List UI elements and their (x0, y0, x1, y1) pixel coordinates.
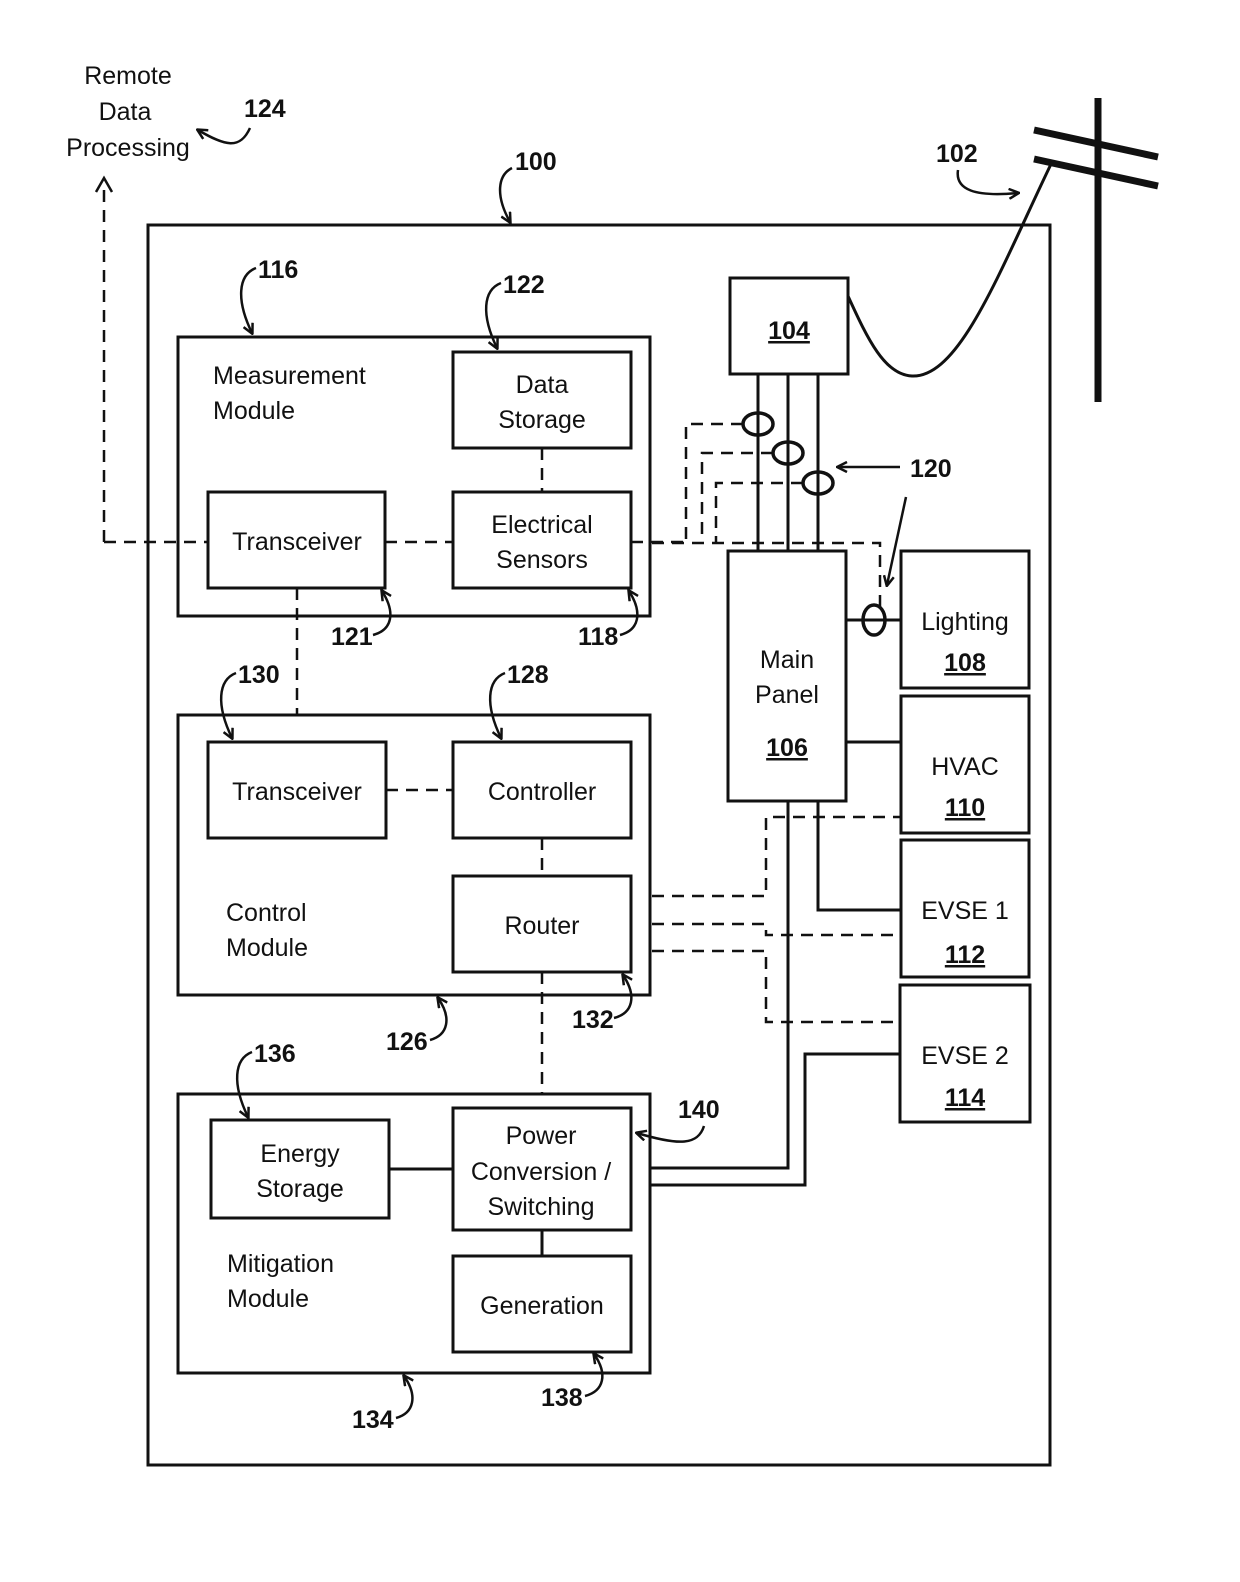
ref-124: 124 (244, 95, 286, 123)
ref-134: 134 (352, 1406, 394, 1434)
remote-data-processing: Remote Data Processing 124 (66, 62, 286, 162)
load-label: Lighting (921, 608, 1009, 636)
ref-112: 112 (945, 941, 985, 969)
data-storage-line-2: Storage (498, 406, 586, 434)
ref-122: 122 (503, 271, 545, 299)
ref-140: 140 (678, 1096, 720, 1124)
sensor-dashed-line (700, 451, 773, 543)
data-storage-line-1: Data (516, 371, 569, 399)
mitigation-module-line-1: Mitigation (227, 1250, 334, 1278)
ref-138: 138 (541, 1384, 583, 1412)
control-module-line-2: Module (226, 934, 308, 962)
ref-136: 136 (254, 1040, 296, 1068)
utility-pole (1033, 98, 1159, 402)
ref-130: 130 (238, 661, 280, 689)
uplink-arrow-icon (94, 175, 114, 193)
ref-120: 120 (910, 455, 952, 483)
main-panel-line-2: Panel (755, 681, 819, 709)
power-conversion-line-2: Conversion / (471, 1158, 611, 1186)
ref-102: 102 (936, 140, 978, 168)
ref-108: 108 (944, 649, 986, 677)
ref-104: 104 (768, 317, 810, 345)
router-evse2-dashed-line (632, 949, 900, 1024)
ref-100: 100 (515, 148, 557, 176)
transceiver-label: Transceiver (232, 528, 362, 556)
energy-storage-line-2: Storage (256, 1175, 344, 1203)
ref-114: 114 (945, 1084, 985, 1112)
load-label: EVSE 2 (921, 1042, 1009, 1070)
electrical-sensors-line-2: Sensors (496, 546, 588, 574)
power-conversion-line-1: Power (506, 1122, 577, 1150)
service-drop-wire (846, 161, 1054, 378)
leader-arrow-icon (429, 998, 446, 1042)
ref-106: 106 (766, 734, 808, 762)
measurement-module-line-1: Measurement (213, 362, 366, 390)
leader-arrow-icon (498, 166, 513, 222)
transceiver-label: Transceiver (232, 778, 362, 806)
remote-line-3: Processing (66, 134, 190, 162)
controller-label: Controller (488, 778, 596, 806)
ref-110: 110 (945, 794, 985, 822)
ref-116: 116 (258, 256, 298, 284)
main-panel-box (726, 549, 848, 803)
leader-arrow-icon (395, 1376, 412, 1420)
measurement-module-line-2: Module (213, 397, 295, 425)
remote-line-1: Remote (84, 62, 172, 90)
leader-arrow-icon (956, 169, 1018, 194)
main-panel-line-1: Main (760, 646, 814, 674)
router-evse1-dashed-line (632, 922, 901, 937)
power-conversion-line-3: Switching (488, 1193, 595, 1221)
ref-128: 128 (507, 661, 549, 689)
control-module-line-1: Control (226, 899, 307, 927)
remote-line-2: Data (99, 98, 152, 126)
energy-storage-line-1: Energy (260, 1140, 340, 1168)
ref-121: 121 (331, 623, 373, 651)
ref-126: 126 (386, 1028, 428, 1056)
evse-2-to-power-conversion-wire (632, 1052, 900, 1187)
system-diagram: Remote Data Processing 124 100 102 104 1… (66, 62, 1159, 1467)
load-label: EVSE 1 (921, 897, 1009, 925)
energy-storage-box (209, 1118, 391, 1220)
electrical-sensors-line-1: Electrical (491, 511, 592, 539)
router-label: Router (504, 912, 579, 940)
router-hvac-dashed-line (632, 815, 901, 898)
generation-label: Generation (480, 1292, 604, 1320)
mitigation-module-line-2: Module (227, 1285, 309, 1313)
leader-arrow-icon (198, 127, 252, 145)
ref-132: 132 (572, 1006, 614, 1034)
leader-arrow-icon (240, 266, 257, 333)
load-label: HVAC (931, 753, 999, 781)
ref-118: 118 (578, 623, 618, 651)
